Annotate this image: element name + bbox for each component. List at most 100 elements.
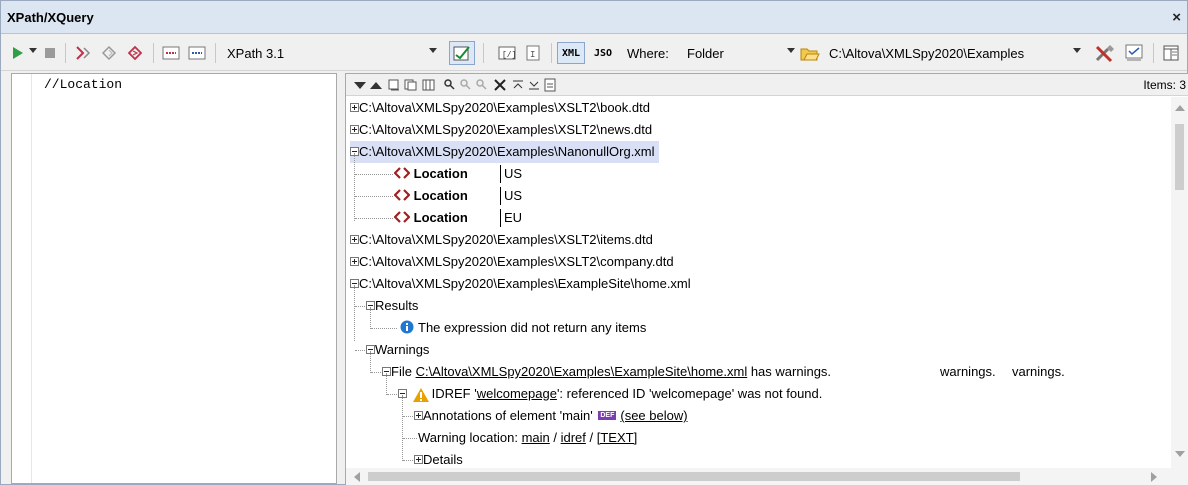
results-node[interactable]: Results [366, 295, 418, 317]
run-dropdown-icon[interactable] [29, 48, 37, 53]
expand-icon[interactable] [350, 257, 359, 267]
annotations-text: Annotations of element 'main' [423, 408, 593, 423]
xquery-mode-icon[interactable]: I [525, 43, 541, 63]
horizontal-scroll-thumb[interactable] [368, 472, 1020, 481]
tree-row-file[interactable]: C:\Altova\XMLSpy2020\Examples\XSLT2\item… [350, 229, 653, 251]
location-row[interactable]: Location US [393, 163, 564, 185]
warning-location-main-link[interactable]: main [522, 430, 550, 445]
svg-text:[/]: [/] [502, 51, 516, 60]
next-item-icon[interactable] [354, 77, 366, 93]
close-icon[interactable]: × [1172, 9, 1181, 26]
idref-warning-row[interactable]: IDREF 'welcomepage': referenced ID 'welc… [398, 383, 822, 405]
scroll-up-icon[interactable] [1175, 105, 1185, 111]
warning-location-row: Warning location: main / idref / [TEXT] [418, 427, 637, 449]
file-path: C:\Altova\XMLSpy2020\Examples\XSLT2\news… [359, 122, 653, 137]
window-title: XPath/XQuery [7, 10, 94, 25]
copy-all-icon[interactable] [404, 77, 418, 93]
expand-icon[interactable] [414, 411, 423, 421]
warnings-node[interactable]: Warnings [366, 339, 429, 361]
find-next-icon[interactable] [460, 77, 472, 93]
warnings-label: Warnings [375, 342, 430, 357]
results-label: Results [375, 298, 419, 313]
xpath-step-icon[interactable] [125, 43, 145, 63]
warning-file-link[interactable]: C:\Altova\XMLSpy2020\Examples\ExampleSit… [416, 364, 748, 379]
toolbar-separator [153, 43, 154, 63]
tree-row-file[interactable]: C:\Altova\XMLSpy2020\Examples\XSLT2\book… [350, 97, 650, 119]
run-icon[interactable] [11, 43, 25, 63]
details-row[interactable]: Details [414, 449, 463, 467]
file-path: C:\Altova\XMLSpy2020\Examples\ExampleSit… [359, 276, 691, 291]
comment-icon[interactable] [161, 43, 181, 63]
xpath-evaluate-icon[interactable] [99, 43, 119, 63]
horizontal-scrollbar[interactable] [346, 468, 1171, 485]
xpath-editor-pane[interactable]: //Location [11, 73, 337, 484]
xpath-expression-input[interactable]: //Location [44, 77, 122, 92]
location-row[interactable]: Location EU [393, 207, 564, 229]
warning-file-prefix: File [391, 364, 416, 379]
see-below-link[interactable]: (see below) [620, 408, 687, 423]
scroll-right-icon[interactable] [1151, 472, 1157, 482]
find-prev-icon[interactable] [476, 77, 488, 93]
vertical-scrollbar[interactable] [1171, 97, 1188, 485]
chevron-down-icon[interactable] [787, 48, 795, 53]
no-items-row: The expression did not return any items [400, 317, 646, 339]
toggle-view-icon[interactable] [544, 77, 556, 93]
location-row[interactable]: Location US [393, 185, 564, 207]
warning-location-text-link[interactable]: [TEXT] [597, 430, 637, 445]
tree-guide [371, 328, 397, 329]
vertical-scroll-thumb[interactable] [1175, 124, 1184, 190]
file-path: C:\Altova\XMLSpy2020\Examples\XSLT2\book… [359, 100, 650, 115]
tree-row-file[interactable]: C:\Altova\XMLSpy2020\Examples\XSLT2\comp… [350, 251, 674, 273]
items-count: Items: 3 [1143, 78, 1186, 92]
json-mode-icon[interactable]: JSO [589, 43, 617, 63]
expand-icon[interactable] [414, 455, 423, 465]
results-icon[interactable] [1123, 43, 1145, 63]
settings-icon[interactable] [1093, 43, 1117, 63]
file-path: C:\Altova\XMLSpy2020\Examples\NanonullOr… [359, 144, 655, 159]
main-toolbar: XPath 3.1 [/] I XML JSO Where: Folder C:… [1, 35, 1187, 71]
toolbar-separator [1153, 43, 1154, 63]
location-name: Location [413, 210, 468, 225]
expand-icon[interactable] [350, 235, 359, 245]
tree-row-file[interactable]: C:\Altova\XMLSpy2020\Examples\XSLT2\news… [350, 119, 652, 141]
expand-icon[interactable] [350, 103, 359, 113]
find-icon[interactable] [444, 77, 456, 93]
file-path: C:\Altova\XMLSpy2020\Examples\XSLT2\item… [359, 232, 653, 247]
idref-link[interactable]: welcomepage [477, 386, 557, 401]
def-badge-icon: DEF [598, 410, 617, 420]
warning-location-idref-link[interactable]: idref [561, 430, 586, 445]
copy-item-icon[interactable] [388, 77, 400, 93]
scroll-left-icon[interactable] [354, 472, 360, 482]
warning-file-row[interactable]: File C:\Altova\XMLSpy2020\Examples\Examp… [382, 361, 831, 383]
annotations-row[interactable]: Annotations of element 'main' DEF (see be… [414, 405, 688, 427]
xpath-version-select[interactable]: XPath 3.1 [227, 46, 284, 61]
xml-mode-icon[interactable]: XML [557, 42, 585, 64]
prev-item-icon[interactable] [370, 77, 382, 93]
chevron-down-icon[interactable] [1073, 48, 1081, 53]
location-value: EU [500, 209, 522, 227]
xpath-builder-icon[interactable] [73, 43, 93, 63]
tree-row-file-selected[interactable]: C:\Altova\XMLSpy2020\Examples\NanonullOr… [350, 141, 659, 163]
warning-icon [412, 387, 429, 402]
results-toolbar: Items: 3 [346, 74, 1188, 96]
where-select[interactable]: Folder [687, 46, 724, 61]
evaluate-mode-icon[interactable]: [/] [497, 43, 517, 63]
tree-guide [355, 350, 365, 351]
expand-all-icon[interactable] [528, 77, 540, 93]
open-folder-icon[interactable] [799, 43, 821, 63]
toolbar-separator [65, 43, 66, 63]
tree-row-file[interactable]: C:\Altova\XMLSpy2020\Examples\ExampleSit… [350, 273, 691, 295]
clear-icon[interactable] [494, 77, 506, 93]
expand-icon[interactable] [350, 125, 359, 135]
folder-path-input[interactable]: C:\Altova\XMLSpy2020\Examples [821, 44, 1079, 63]
validate-icon[interactable] [449, 41, 475, 65]
copy-text-icon[interactable] [422, 77, 436, 93]
chevron-down-icon[interactable] [429, 48, 437, 53]
uncomment-icon[interactable] [187, 43, 207, 63]
layout-icon[interactable] [1161, 43, 1181, 63]
scroll-down-icon[interactable] [1175, 451, 1185, 457]
stop-icon[interactable] [43, 43, 57, 63]
idref-prefix: IDREF ' [431, 386, 477, 401]
collapse-all-icon[interactable] [512, 77, 524, 93]
tree-guide [355, 196, 393, 197]
